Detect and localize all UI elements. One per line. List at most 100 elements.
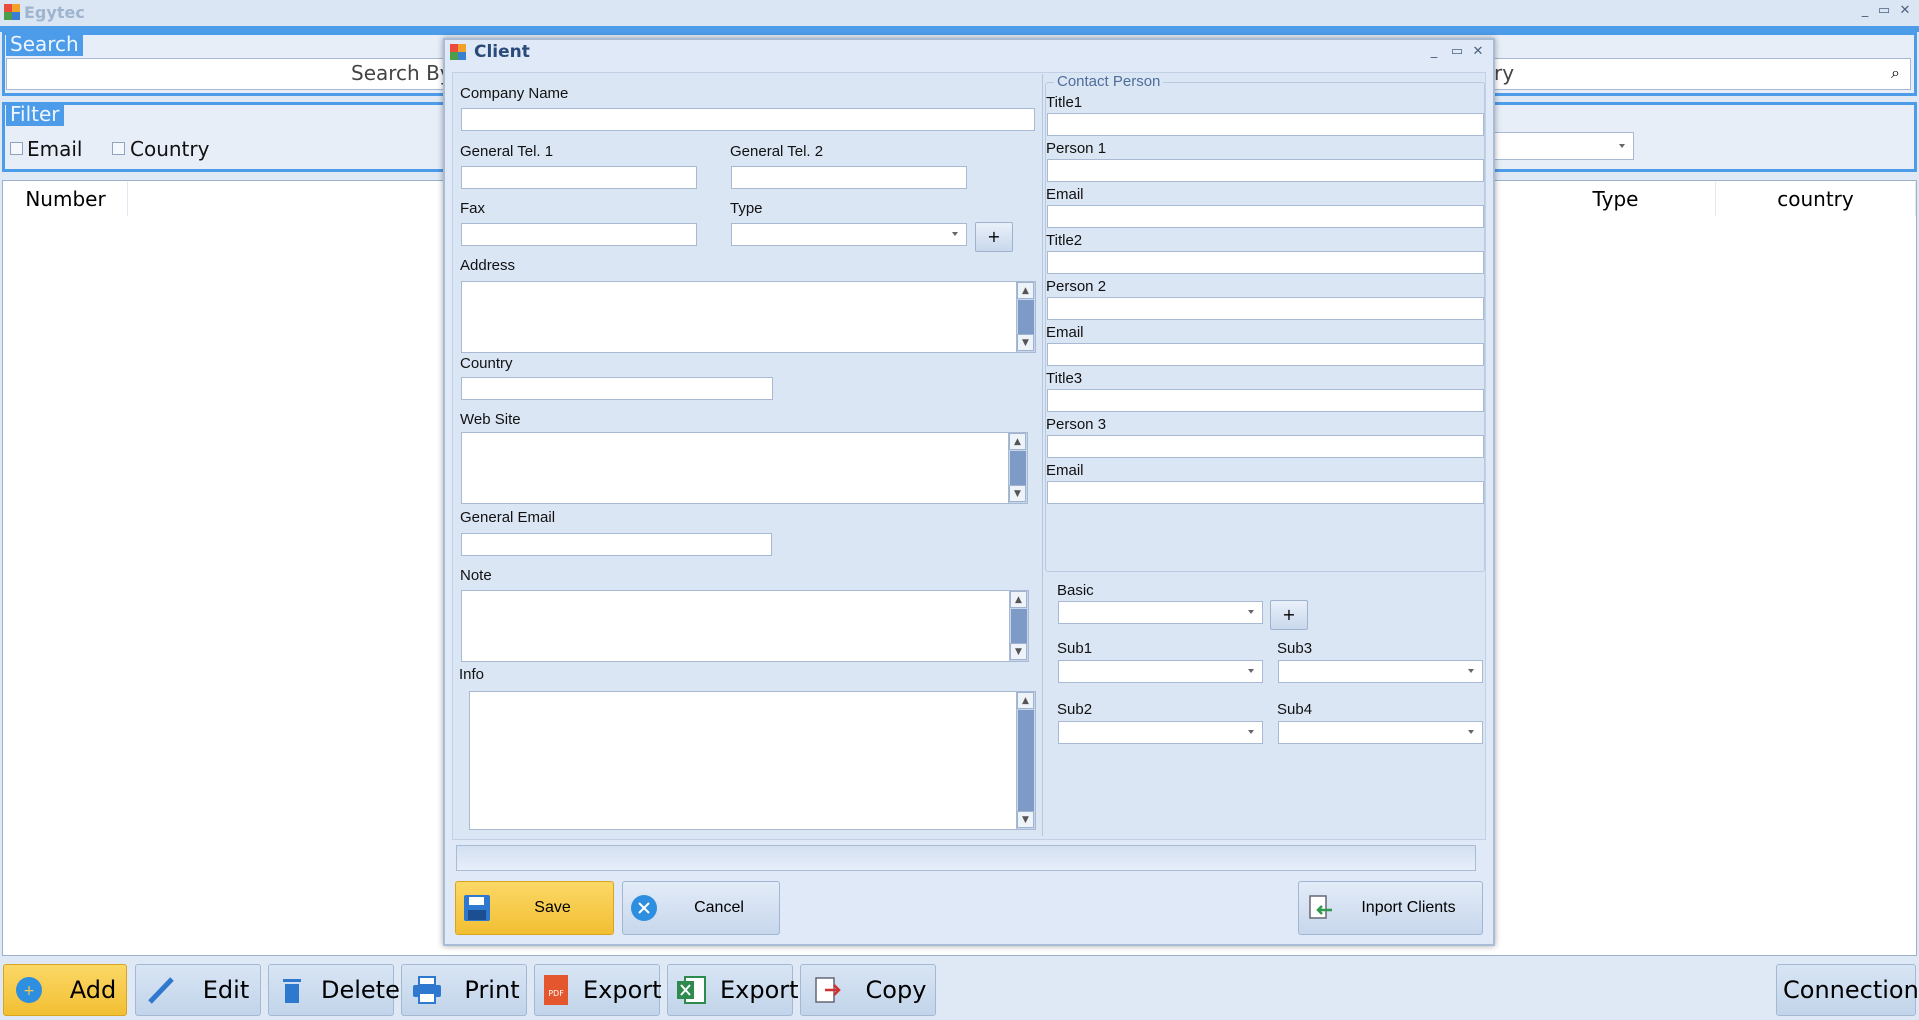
dialog-maximize-icon[interactable]: ▭ xyxy=(1446,43,1468,61)
address-label: Address xyxy=(460,257,516,274)
country-input[interactable] xyxy=(461,377,773,400)
web-site-label: Web Site xyxy=(460,411,521,428)
title3-label: Title3 xyxy=(1046,370,1083,387)
web-site-textarea[interactable] xyxy=(461,432,1028,504)
title1-input[interactable] xyxy=(1047,113,1484,136)
save-button[interactable]: Save xyxy=(455,881,614,935)
title2-label: Title2 xyxy=(1046,232,1083,249)
filter-group-title: Filter xyxy=(6,102,64,126)
add-button-label: Add xyxy=(69,976,117,1004)
sub2-label: Sub2 xyxy=(1057,701,1093,718)
scroll-up-icon[interactable]: ▲ xyxy=(1010,591,1027,608)
address-scrollbar[interactable]: ▲ ▼ xyxy=(1016,282,1035,352)
scroll-thumb[interactable] xyxy=(1018,300,1034,334)
cancel-button-label: Cancel xyxy=(694,899,744,916)
export-excel-button[interactable]: Export xyxy=(667,964,799,1016)
add-type-button[interactable]: + xyxy=(975,222,1013,252)
person3-input[interactable] xyxy=(1047,435,1484,458)
export-pdf-button[interactable]: PDF Export xyxy=(534,964,662,1016)
scroll-down-icon[interactable]: ▼ xyxy=(1009,485,1026,502)
import-clients-button[interactable]: Inport Clients xyxy=(1298,881,1483,935)
copy-button[interactable]: Copy xyxy=(800,964,936,1016)
cancel-icon xyxy=(629,893,659,923)
svg-text:PDF: PDF xyxy=(548,989,564,998)
info-textarea[interactable] xyxy=(469,691,1036,830)
person1-input[interactable] xyxy=(1047,159,1484,182)
general-tel-1-input[interactable] xyxy=(461,166,697,189)
scroll-thumb[interactable] xyxy=(1011,609,1027,643)
company-name-label: Company Name xyxy=(460,85,569,102)
search-icon[interactable]: ⌕ xyxy=(1891,63,1900,83)
basic-dropdown[interactable] xyxy=(1058,601,1263,624)
copy-icon xyxy=(809,973,843,1007)
email3-label: Email xyxy=(1046,462,1084,479)
close-icon[interactable]: ✕ xyxy=(1894,2,1916,20)
print-button[interactable]: Print xyxy=(401,964,527,1016)
printer-icon xyxy=(410,973,444,1007)
scroll-thumb[interactable] xyxy=(1010,451,1026,485)
scroll-down-icon[interactable]: ▼ xyxy=(1017,811,1034,828)
email2-input[interactable] xyxy=(1047,343,1484,366)
company-name-input[interactable] xyxy=(461,108,1035,131)
general-tel-1-label: General Tel. 1 xyxy=(460,143,554,160)
country-filter-dropdown[interactable] xyxy=(1490,132,1634,160)
email-filter-checkbox[interactable] xyxy=(10,142,23,155)
maximize-icon[interactable]: ▭ xyxy=(1873,2,1895,20)
sub4-dropdown[interactable] xyxy=(1278,721,1483,744)
web-site-scrollbar[interactable]: ▲ ▼ xyxy=(1008,433,1027,503)
import-icon xyxy=(1305,893,1335,923)
title2-input[interactable] xyxy=(1047,251,1484,274)
info-label: Info xyxy=(459,666,485,683)
sub4-label: Sub4 xyxy=(1277,701,1313,718)
edit-button[interactable]: Edit xyxy=(135,964,261,1016)
email1-input[interactable] xyxy=(1047,205,1484,228)
cancel-button[interactable]: Cancel xyxy=(622,881,780,935)
column-header-type[interactable]: Type xyxy=(1516,182,1716,216)
add-button[interactable]: + Add xyxy=(3,964,127,1016)
general-email-input[interactable] xyxy=(461,533,772,556)
person2-input[interactable] xyxy=(1047,297,1484,320)
sub2-dropdown[interactable] xyxy=(1058,721,1263,744)
scroll-down-icon[interactable]: ▼ xyxy=(1017,334,1034,351)
scroll-up-icon[interactable]: ▲ xyxy=(1017,692,1034,709)
copy-button-label: Copy xyxy=(865,976,927,1004)
scroll-up-icon[interactable]: ▲ xyxy=(1017,282,1034,299)
note-label: Note xyxy=(460,567,492,584)
main-titlebar xyxy=(0,0,1919,26)
note-scrollbar[interactable]: ▲ ▼ xyxy=(1009,591,1028,661)
country-label: Country xyxy=(460,355,513,372)
basic-label: Basic xyxy=(1057,582,1094,599)
connection-button[interactable]: Connection xyxy=(1776,964,1919,1016)
dialog-logo-icon xyxy=(450,44,466,60)
pencil-icon xyxy=(144,973,178,1007)
email-filter-label: Email xyxy=(27,137,83,161)
save-icon xyxy=(462,893,492,923)
fax-label: Fax xyxy=(460,200,486,217)
export-excel-button-label: Export xyxy=(720,976,799,1004)
sub1-dropdown[interactable] xyxy=(1058,660,1263,683)
dialog-minimize-icon[interactable]: _ xyxy=(1423,43,1445,61)
scroll-up-icon[interactable]: ▲ xyxy=(1009,433,1026,450)
app-logo-icon xyxy=(4,4,20,20)
dialog-close-icon[interactable]: ✕ xyxy=(1467,43,1489,61)
sub3-dropdown[interactable] xyxy=(1278,660,1483,683)
address-textarea[interactable] xyxy=(461,281,1036,353)
title3-input[interactable] xyxy=(1047,389,1484,412)
add-basic-button[interactable]: + xyxy=(1270,600,1308,630)
column-header-country[interactable]: country xyxy=(1716,182,1916,216)
type-dropdown[interactable] xyxy=(731,223,967,246)
note-textarea[interactable] xyxy=(461,590,1029,662)
email1-label: Email xyxy=(1046,186,1084,203)
contact-person-title: Contact Person xyxy=(1054,73,1164,90)
info-scrollbar[interactable]: ▲ ▼ xyxy=(1016,692,1035,829)
general-tel-2-input[interactable] xyxy=(731,166,967,189)
fax-input[interactable] xyxy=(461,223,697,246)
scroll-down-icon[interactable]: ▼ xyxy=(1010,643,1027,660)
delete-button[interactable]: Delete xyxy=(268,964,400,1016)
email3-input[interactable] xyxy=(1047,481,1484,504)
print-button-label: Print xyxy=(464,976,520,1004)
svg-text:+: + xyxy=(23,983,35,999)
country-filter-checkbox[interactable] xyxy=(112,142,125,155)
column-header-number[interactable]: Number xyxy=(4,182,128,216)
scroll-thumb[interactable] xyxy=(1018,710,1034,811)
